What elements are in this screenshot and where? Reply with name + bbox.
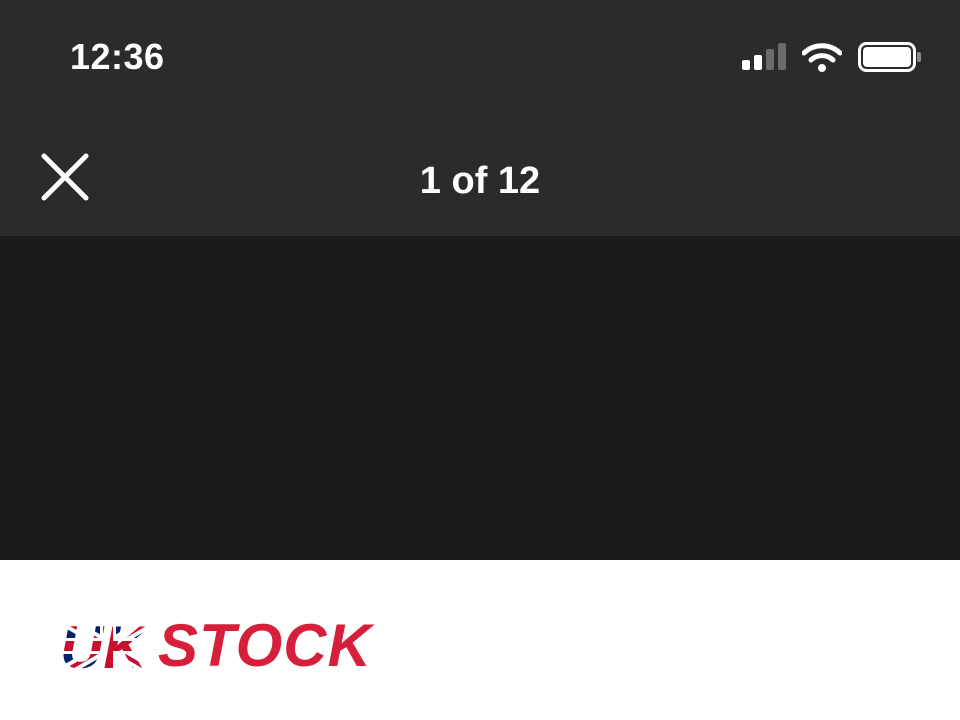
battery-icon [858, 42, 921, 72]
wifi-icon [802, 43, 842, 72]
page-counter: 1 of 12 [419, 160, 541, 202]
logo-stock-text: STOCK [158, 612, 372, 679]
media-viewer-area[interactable] [0, 236, 960, 560]
viewer-nav-bar: 1 of 12 [0, 120, 960, 236]
uk-stock-logo: UK STOCK [60, 616, 372, 676]
status-bar: 12:36 [0, 0, 960, 120]
cellular-signal-icon [742, 43, 786, 70]
union-jack-uk-letters: UK [60, 618, 151, 674]
status-time: 12:36 [70, 36, 165, 77]
